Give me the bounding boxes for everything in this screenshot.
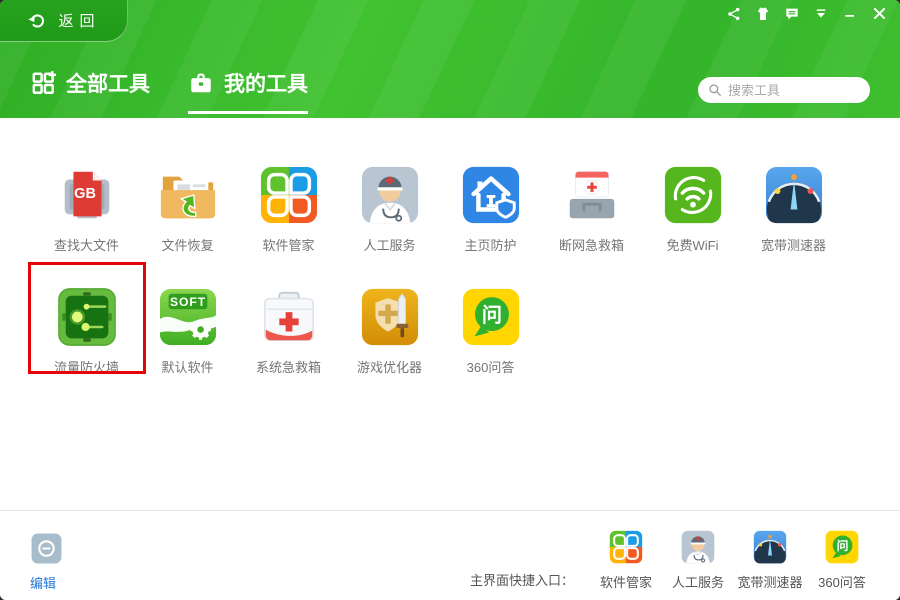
grid-plus-icon [30, 70, 56, 96]
minimize-icon[interactable] [842, 6, 858, 22]
tool-label: 软件管家 [262, 235, 314, 254]
briefcase-icon [188, 70, 214, 96]
tool-label: 文件恢复 [161, 235, 213, 254]
tab-all-tools-label: 全部工具 [66, 68, 150, 98]
tool-label: 断网急救箱 [559, 235, 624, 254]
edit-label: 编辑 [30, 573, 63, 592]
tool-label: 查找大文件 [54, 235, 119, 254]
tool-label: 游戏优化器 [357, 357, 422, 376]
default-software-icon [157, 286, 219, 348]
feedback-icon[interactable] [784, 6, 800, 22]
edit-minus-icon [30, 532, 63, 565]
broadband-speedtest-icon [752, 529, 788, 565]
tool-label: 默认软件 [161, 357, 213, 376]
tab-all-tools[interactable]: 全部工具 [30, 68, 150, 114]
tool-homepage-protection[interactable]: 主页防护 [440, 164, 541, 254]
human-service-icon [359, 164, 421, 226]
tool-grid-row-2: 流量防火墙 默认软件 系统急救箱 游戏优化器 360问答 [0, 286, 900, 376]
human-service-icon [680, 529, 716, 565]
tool-traffic-firewall[interactable]: 流量防火墙 [36, 286, 137, 376]
menu-icon[interactable] [813, 6, 829, 22]
shortcut-360-qa[interactable]: 360问答 [806, 529, 878, 591]
window-controls [726, 5, 888, 22]
tool-human-service[interactable]: 人工服务 [339, 164, 440, 254]
tool-broadband-speedtest[interactable]: 宽带测速器 [743, 164, 844, 254]
tool-free-wifi[interactable]: 免费WiFi [642, 164, 743, 254]
edit-button[interactable]: 编辑 [30, 532, 63, 592]
shortcut-software-manager[interactable]: 软件管家 [590, 529, 662, 591]
back-button[interactable]: 返回 [0, 0, 128, 42]
broadband-speedtest-icon [763, 164, 825, 226]
tool-label: 系统急救箱 [256, 357, 321, 376]
shortcut-label: 宽带测速器 [737, 572, 802, 591]
360-qa-icon [824, 529, 860, 565]
tool-label: 主页防护 [464, 235, 516, 254]
shortcut-human-service[interactable]: 人工服务 [662, 529, 734, 591]
find-big-files-icon [56, 164, 118, 226]
tool-grid-row-1: 查找大文件 文件恢复 软件管家 人工服务 主页防护 断网急救箱 免费WiFi [0, 164, 900, 254]
tool-network-first-aid[interactable]: 断网急救箱 [541, 164, 642, 254]
file-recovery-icon [157, 164, 219, 226]
tool-label: 宽带测速器 [761, 235, 826, 254]
homepage-protection-icon [460, 164, 522, 226]
app-window: 返回 [0, 0, 900, 600]
tab-bar: 全部工具 我的工具 [30, 68, 308, 114]
theme-icon[interactable] [755, 6, 771, 22]
quick-entry-bar: 主界面快捷入口： 软件管家 人工服务 宽带测速器 360问答 [470, 529, 878, 591]
tool-label: 360问答 [467, 357, 515, 376]
tool-label: 流量防火墙 [54, 357, 119, 376]
back-arrow-icon [26, 11, 45, 30]
game-optimizer-icon [359, 286, 421, 348]
search-icon [708, 83, 722, 97]
tool-file-recovery[interactable]: 文件恢复 [137, 164, 238, 254]
search-box [698, 77, 870, 103]
tab-my-tools-label: 我的工具 [224, 68, 308, 98]
software-manager-icon [608, 529, 644, 565]
tool-game-optimizer[interactable]: 游戏优化器 [339, 286, 440, 376]
share-icon[interactable] [726, 6, 742, 22]
tool-label: 免费WiFi [667, 235, 719, 254]
shortcut-label: 360问答 [818, 572, 866, 591]
shortcut-broadband-speedtest[interactable]: 宽带测速器 [734, 529, 806, 591]
traffic-firewall-icon [56, 286, 118, 348]
360-qa-icon [460, 286, 522, 348]
close-icon[interactable] [871, 5, 888, 22]
quick-entry-label: 主界面快捷入口： [470, 570, 574, 591]
tab-my-tools[interactable]: 我的工具 [188, 68, 308, 114]
free-wifi-icon [662, 164, 724, 226]
tool-default-software[interactable]: 默认软件 [137, 286, 238, 376]
shortcut-label: 人工服务 [672, 572, 724, 591]
footer-bar: 编辑 主界面快捷入口： 软件管家 人工服务 宽带测速器 360问答 [0, 510, 900, 600]
shortcut-label: 软件管家 [600, 572, 652, 591]
back-label: 返回 [54, 10, 100, 31]
network-first-aid-icon [561, 164, 623, 226]
tool-software-manager[interactable]: 软件管家 [238, 164, 339, 254]
tool-label: 人工服务 [363, 235, 415, 254]
system-first-aid-icon [258, 286, 320, 348]
software-manager-icon [258, 164, 320, 226]
tool-system-first-aid[interactable]: 系统急救箱 [238, 286, 339, 376]
search-input[interactable] [728, 83, 862, 98]
tool-find-big-files[interactable]: 查找大文件 [36, 164, 137, 254]
tool-360-qa[interactable]: 360问答 [440, 286, 541, 376]
